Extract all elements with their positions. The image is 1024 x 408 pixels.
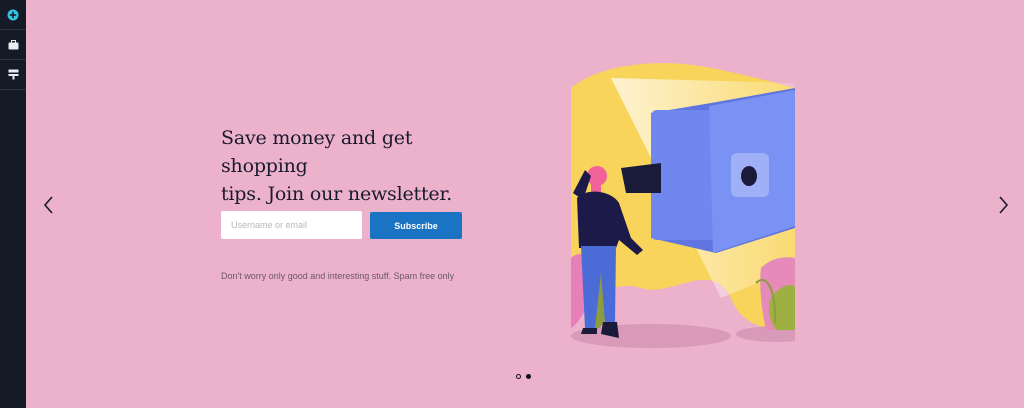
newsletter-headline: Save money and get shopping tips. Join o… [221,127,453,205]
chevron-left-icon [41,196,57,221]
carousel-prev-button[interactable] [41,193,57,217]
add-circle-icon [7,9,19,21]
megaphone-illustration [571,58,795,350]
email-input[interactable] [221,211,362,239]
layout-icon [8,69,19,80]
carousel-pagination [516,374,531,379]
pagination-dot-1[interactable] [516,374,521,379]
pagination-dot-2[interactable] [526,374,531,379]
carousel-next-button[interactable] [995,193,1011,217]
sidebar-item-layout[interactable] [0,60,26,90]
newsletter-note: Don't worry only good and interesting st… [221,271,455,281]
sidebar-item-add[interactable] [0,0,26,30]
subscribe-button[interactable]: Subscribe [370,212,462,239]
app-canvas: Save money and get shopping tips. Join o… [0,0,1024,408]
chevron-right-icon [995,196,1011,221]
briefcase-icon [8,39,19,50]
editor-sidebar [0,0,26,408]
sidebar-item-business[interactable] [0,30,26,60]
